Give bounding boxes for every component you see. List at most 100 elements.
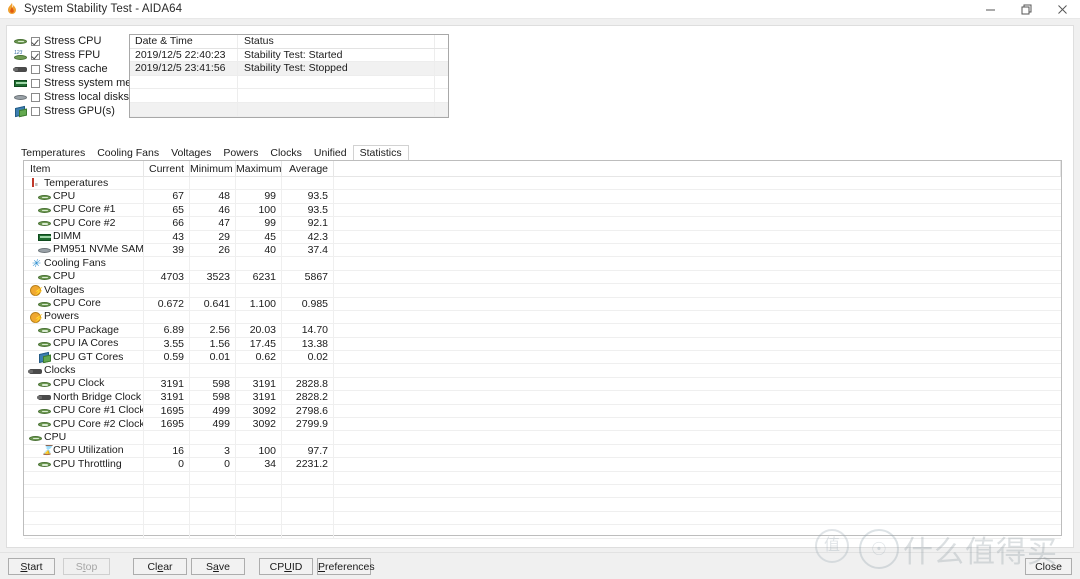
table-row[interactable]: CPU Throttling 0 0 34 2231.2 bbox=[24, 458, 1061, 472]
table-row-empty bbox=[24, 525, 1061, 539]
stat-average-cell: 0.02 bbox=[282, 351, 334, 364]
stat-current-cell: 0 bbox=[144, 458, 190, 471]
table-row[interactable]: CPU Core 0.672 0.641 1.100 0.985 bbox=[24, 297, 1061, 311]
stat-item-label: PM951 NVMe SAMS... bbox=[53, 243, 144, 256]
stat-minimum-cell bbox=[190, 431, 236, 444]
stat-spacer-cell bbox=[334, 298, 1061, 310]
thermometer-icon: ≡ bbox=[28, 177, 41, 189]
stress-option-fpu[interactable]: 123 Stress FPU bbox=[13, 48, 128, 62]
tab-statistics[interactable]: Statistics bbox=[352, 145, 409, 160]
table-row[interactable]: ✳ Cooling Fans bbox=[24, 257, 1061, 271]
stress-option-local-disks[interactable]: Stress local disks bbox=[13, 90, 129, 104]
column-header-item[interactable]: Item bbox=[24, 161, 144, 176]
stat-maximum-cell bbox=[236, 257, 282, 270]
stress-option-gpus[interactable]: Stress GPU(s) bbox=[13, 104, 128, 118]
cpu-icon bbox=[37, 298, 51, 310]
stat-item-label: DIMM bbox=[53, 230, 81, 243]
tab-voltages[interactable]: Voltages bbox=[165, 146, 217, 160]
table-row[interactable]: Voltages bbox=[24, 284, 1061, 298]
stress-gpu-checkbox[interactable] bbox=[31, 106, 40, 116]
stress-cpu-checkbox[interactable] bbox=[31, 36, 40, 46]
tab-strip[interactable]: Temperatures Cooling Fans Voltages Power… bbox=[15, 145, 409, 160]
stat-spacer-cell bbox=[334, 338, 1061, 350]
window-body: Stress CPU 123 Stress FPU Stress cache S… bbox=[0, 20, 1080, 566]
tab-clocks[interactable]: Clocks bbox=[264, 146, 308, 160]
table-row[interactable]: CPU Core #1 65 46 100 93.5 bbox=[24, 203, 1061, 218]
stat-item-cell: Voltages bbox=[24, 284, 144, 297]
stat-minimum-cell bbox=[190, 310, 236, 324]
close-dialog-button[interactable]: Close bbox=[1025, 558, 1072, 575]
minimize-button[interactable] bbox=[972, 0, 1008, 19]
stat-spacer-cell bbox=[334, 378, 1061, 390]
tab-powers[interactable]: Powers bbox=[217, 146, 264, 160]
stat-average-cell: 93.5 bbox=[282, 203, 334, 217]
stat-average-cell: 37.4 bbox=[282, 243, 334, 257]
stress-option-cache[interactable]: Stress cache bbox=[13, 62, 128, 76]
column-header-current[interactable]: Current bbox=[144, 161, 190, 176]
stat-spacer-cell bbox=[334, 244, 1061, 256]
column-header-maximum[interactable]: Maximum bbox=[236, 161, 282, 176]
table-row[interactable]: DIMM 43 29 45 42.3 bbox=[24, 230, 1061, 244]
log-row[interactable]: 2019/12/5 23:41:56 Stability Test: Stopp… bbox=[130, 62, 448, 76]
tab-cooling-fans[interactable]: Cooling Fans bbox=[91, 146, 165, 160]
start-button[interactable]: Start bbox=[8, 558, 55, 575]
table-row[interactable]: ⌛ CPU Utilization 16 3 100 97.7 bbox=[24, 444, 1061, 459]
stat-spacer-cell bbox=[334, 204, 1061, 216]
stat-item-cell: ⌛ CPU Utilization bbox=[24, 444, 144, 458]
save-button[interactable]: Save bbox=[191, 558, 245, 575]
stat-maximum-cell bbox=[236, 177, 282, 190]
table-row[interactable]: CPU GT Cores 0.59 0.01 0.62 0.02 bbox=[24, 351, 1061, 365]
log-row[interactable]: 2019/12/5 22:40:23 Stability Test: Start… bbox=[130, 48, 448, 63]
stat-spacer-cell bbox=[334, 418, 1061, 430]
tab-temperatures[interactable]: Temperatures bbox=[15, 146, 91, 160]
cache-icon bbox=[37, 391, 51, 403]
stat-current-cell bbox=[144, 177, 190, 190]
stat-current-cell: 39 bbox=[144, 243, 190, 257]
stress-cache-checkbox[interactable] bbox=[31, 64, 40, 74]
table-row[interactable]: Powers bbox=[24, 310, 1061, 325]
table-row[interactable]: CPU Core #1 Clock 1695 499 3092 2798.6 bbox=[24, 404, 1061, 419]
stop-button-label: Stop bbox=[75, 561, 98, 573]
stress-option-cpu[interactable]: Stress CPU bbox=[13, 34, 128, 48]
memory-icon bbox=[13, 77, 29, 90]
table-row[interactable]: PM951 NVMe SAMS...39264037.4 bbox=[24, 243, 1061, 258]
stat-current-cell: 0.59 bbox=[144, 351, 190, 364]
hourglass-icon: ⌛ bbox=[41, 445, 54, 456]
column-header-average[interactable]: Average bbox=[282, 161, 334, 176]
stress-option-system-memory[interactable]: Stress system memory bbox=[13, 76, 156, 90]
table-row[interactable]: CPU Package 6.89 2.56 20.03 14.70 bbox=[24, 324, 1061, 338]
cpu-icon bbox=[37, 418, 51, 430]
table-row[interactable]: CPU IA Cores 3.55 1.56 17.45 13.38 bbox=[24, 337, 1061, 352]
table-row[interactable]: CPU bbox=[24, 431, 1061, 445]
table-row[interactable]: CPU 67 48 99 93.5 bbox=[24, 190, 1061, 204]
stat-minimum-cell bbox=[190, 364, 236, 377]
table-row[interactable]: ≡ Temperatures bbox=[24, 177, 1061, 191]
statistics-header-row: Item Current Minimum Maximum Average bbox=[24, 161, 1061, 177]
log-column-status: Status bbox=[238, 35, 435, 48]
preferences-button[interactable]: Preferences bbox=[317, 558, 375, 575]
stress-fpu-checkbox[interactable] bbox=[31, 50, 40, 60]
stress-disks-checkbox[interactable] bbox=[31, 92, 40, 102]
clear-button[interactable]: Clear bbox=[133, 558, 187, 575]
stat-minimum-cell bbox=[190, 177, 236, 190]
table-row[interactable]: North Bridge Clock 3191 598 3191 2828.2 bbox=[24, 391, 1061, 405]
close-button[interactable] bbox=[1044, 0, 1080, 19]
table-row[interactable]: CPU Core #2 Clock 1695 499 3092 2799.9 bbox=[24, 418, 1061, 432]
event-log-list[interactable]: Date & Time Status 2019/12/5 22:40:23 St… bbox=[129, 34, 449, 118]
stress-memory-checkbox[interactable] bbox=[31, 78, 40, 88]
stat-minimum-cell: 3 bbox=[190, 444, 236, 458]
stat-item-label: Cooling Fans bbox=[44, 257, 106, 269]
stat-average-cell: 5867 bbox=[282, 270, 334, 284]
stat-current-cell: 3.55 bbox=[144, 337, 190, 351]
tab-unified[interactable]: Unified bbox=[308, 146, 353, 160]
table-row[interactable]: CPU 4703 3523 6231 5867 bbox=[24, 270, 1061, 285]
cpu-icon bbox=[37, 338, 51, 350]
table-row[interactable]: Clocks bbox=[24, 364, 1061, 378]
table-row[interactable]: CPU Core #2 66 47 99 92.1 bbox=[24, 217, 1061, 231]
statistics-table[interactable]: Item Current Minimum Maximum Average ≡ Te… bbox=[23, 160, 1062, 539]
stat-maximum-cell: 1.100 bbox=[236, 297, 282, 310]
cpuid-button[interactable]: CPUID bbox=[259, 558, 313, 575]
table-row[interactable]: CPU Clock 3191 598 3191 2828.8 bbox=[24, 377, 1061, 392]
column-header-minimum[interactable]: Minimum bbox=[190, 161, 236, 176]
restore-button[interactable] bbox=[1008, 0, 1044, 19]
